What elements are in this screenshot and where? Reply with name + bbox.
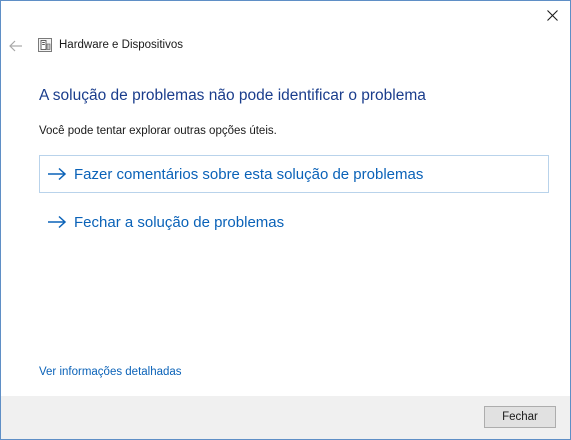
window-title: Hardware e Dispositivos <box>59 39 183 51</box>
arrow-right-icon <box>48 167 67 181</box>
window-header: Hardware e Dispositivos <box>1 31 570 61</box>
footer-bar: Fechar <box>1 396 570 439</box>
option-give-feedback[interactable]: Fazer comentários sobre esta solução de … <box>39 155 549 193</box>
page-subtext: Você pode tentar explorar outras opções … <box>39 125 277 137</box>
page-title: A solução de problemas não pode identifi… <box>39 87 426 104</box>
view-details-link[interactable]: Ver informações detalhadas <box>39 366 182 378</box>
close-icon <box>546 9 558 21</box>
close-button[interactable]: Fechar <box>484 406 556 428</box>
back-button[interactable] <box>7 37 25 55</box>
option-close-troubleshooter[interactable]: Fechar a solução de problemas <box>39 203 549 241</box>
window-close-button[interactable] <box>538 3 566 27</box>
troubleshooter-window: Hardware e Dispositivos A solução de pro… <box>0 0 571 440</box>
option-label: Fazer comentários sobre esta solução de … <box>74 165 424 183</box>
back-arrow-icon <box>9 40 22 52</box>
hardware-devices-icon <box>38 38 52 52</box>
option-label: Fechar a solução de problemas <box>74 213 285 231</box>
arrow-right-icon <box>48 215 67 229</box>
